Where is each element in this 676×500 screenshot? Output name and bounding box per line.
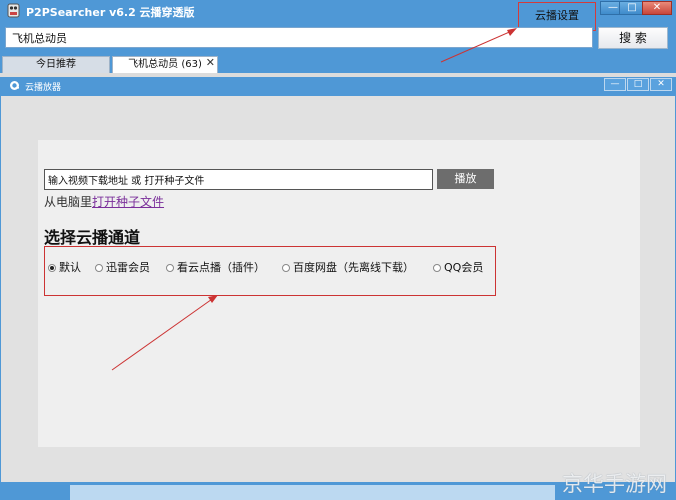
tab-search-results[interactable]: 飞机总动员 (63) ✕: [112, 56, 218, 73]
tab-today-recommend[interactable]: 今日推荐: [2, 56, 110, 73]
player-close-button[interactable]: ✕: [650, 78, 672, 91]
open-torrent-row: 从电脑里打开种子文件: [44, 193, 164, 210]
video-url-input[interactable]: [44, 169, 433, 190]
radio-icon: [282, 264, 290, 272]
channel-option-qq-vip[interactable]: QQ会员: [433, 259, 483, 275]
channel-section-title: 选择云播通道: [44, 228, 141, 247]
channel-label: 看云点播（插件）: [177, 261, 265, 274]
search-input[interactable]: [5, 27, 593, 48]
tab-label: 飞机总动员 (63): [128, 59, 202, 70]
app-title: P2PSearcher v6.2 云播穿透版: [26, 6, 195, 19]
player-minimize-button[interactable]: —: [604, 78, 626, 91]
app-logo-icon: [7, 3, 20, 18]
player-title-bar: 云播放器: [0, 77, 676, 95]
channel-option-kanyun-plugin[interactable]: 看云点播（插件）: [166, 259, 265, 275]
tab-label: 今日推荐: [36, 59, 76, 70]
radio-icon: [433, 264, 441, 272]
channel-option-xunlei-vip[interactable]: 迅雷会员: [95, 259, 150, 275]
tab-bar: 今日推荐 飞机总动员 (63) ✕: [0, 55, 676, 73]
player-title: 云播放器: [25, 83, 62, 93]
player-logo-icon: [10, 81, 19, 90]
channel-option-default[interactable]: 默认: [48, 259, 81, 275]
player-maximize-button[interactable]: □: [627, 78, 649, 91]
radio-checked-icon: [48, 264, 56, 272]
play-button[interactable]: 播放: [437, 169, 494, 189]
radio-icon: [166, 264, 174, 272]
status-bar-panel: [70, 485, 555, 500]
radio-icon: [95, 264, 103, 272]
close-button[interactable]: ✕: [642, 1, 672, 15]
search-button[interactable]: 搜 索: [598, 27, 668, 49]
channel-label: QQ会员: [444, 261, 484, 274]
channel-label: 默认: [59, 261, 81, 274]
open-torrent-link[interactable]: 打开种子文件: [92, 195, 164, 209]
tab-close-icon[interactable]: ✕: [206, 55, 215, 71]
channel-option-baidu-pan[interactable]: 百度网盘（先离线下载）: [282, 259, 414, 275]
channel-label: 迅雷会员: [106, 261, 150, 274]
watermark: 京华手游网: [562, 472, 667, 496]
channel-label: 百度网盘（先离线下载）: [293, 261, 414, 274]
open-torrent-prefix: 从电脑里: [44, 195, 93, 209]
